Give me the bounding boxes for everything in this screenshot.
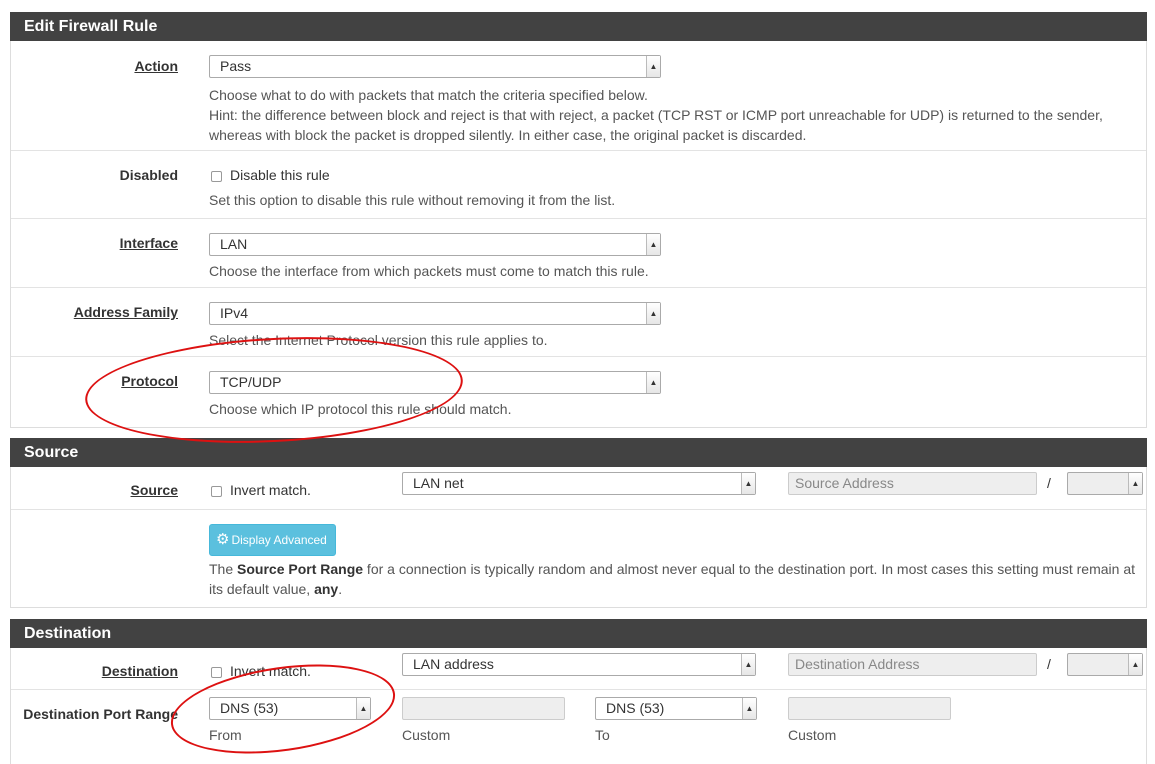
disabled-row: Disabled Disable this rule Set this opti… [11,150,1146,218]
dropdown-arrow-icon: ▲ [742,698,756,719]
interface-select-value: LAN [220,236,248,252]
action-help-line1: Choose what to do with packets that matc… [209,87,648,103]
destination-invert-label[interactable]: Invert match. [230,663,311,679]
disabled-label: Disabled [119,167,178,183]
source-address-input[interactable]: Source Address [788,472,1037,495]
source-address-placeholder: Source Address [795,475,894,491]
source-panel: Source Source Invert match. LAN net ▲ So… [10,438,1147,608]
source-help-bold: Source Port Range [237,561,364,577]
from-port-value: DNS (53) [220,700,279,716]
disable-rule-checkbox-label[interactable]: Disable this rule [230,167,330,183]
disable-rule-checkbox[interactable] [211,171,222,182]
to-custom-input[interactable] [788,697,951,720]
address-family-label[interactable]: Address Family [74,304,178,320]
address-family-help: Select the Internet Protocol version thi… [209,332,548,348]
source-help: The Source Port Range for a connection i… [209,559,1135,599]
source-label[interactable]: Source [131,482,178,498]
dropdown-arrow-icon: ▲ [646,372,660,393]
edit-firewall-rule-panel: Edit Firewall Rule Action Pass ▲ Choose … [10,12,1147,428]
from-label: From [209,727,242,743]
source-help-line2-pre: its default value, [209,581,315,597]
action-help: Choose what to do with packets that matc… [209,85,1103,145]
dropdown-arrow-icon: ▲ [646,234,660,255]
dropdown-arrow-icon: ▲ [741,473,755,494]
source-help-mid: for a connection is typically random and… [363,561,1135,577]
dropdown-arrow-icon: ▲ [1128,473,1142,494]
display-advanced-label: Display Advanced [231,533,327,547]
source-help-pre: The [209,561,238,577]
protocol-row: Protocol TCP/UDP ▲ Choose which IP proto… [11,356,1146,428]
destination-address-placeholder: Destination Address [795,656,920,672]
source-advanced-row: ⚙ Display Advanced The Source Port Range … [11,509,1146,608]
destination-invert-checkbox[interactable] [211,667,222,678]
destination-type-value: LAN address [413,656,494,672]
to-port-select[interactable]: DNS (53) ▲ [595,697,757,720]
address-family-select-value: IPv4 [220,305,249,321]
from-custom-input[interactable] [402,697,565,720]
protocol-select[interactable]: TCP/UDP ▲ [209,371,661,394]
action-row: Action Pass ▲ Choose what to do with pac… [11,41,1146,150]
address-family-row: Address Family IPv4 ▲ Select the Interne… [11,287,1146,356]
dropdown-arrow-icon: ▲ [356,698,370,719]
source-row: Source Invert match. LAN net ▲ Source Ad… [11,467,1146,509]
interface-row: Interface LAN ▲ Choose the interface fro… [11,218,1146,287]
source-mask-select[interactable]: ▲ [1067,472,1143,495]
destination-port-range-label: Destination Port Range [23,706,178,722]
destination-port-row: Destination Port Range DNS (53) ▲ From C… [11,689,1146,764]
destination-mask-select[interactable]: ▲ [1067,653,1143,676]
destination-label[interactable]: Destination [102,663,178,679]
destination-address-input[interactable]: Destination Address [788,653,1037,676]
destination-type-select[interactable]: LAN address ▲ [402,653,756,676]
to-label: To [595,727,610,743]
from-port-select[interactable]: DNS (53) ▲ [209,697,371,720]
action-select-value: Pass [220,58,252,74]
protocol-select-value: TCP/UDP [220,374,282,390]
address-family-select[interactable]: IPv4 ▲ [209,302,661,325]
dropdown-arrow-icon: ▲ [741,654,755,675]
dropdown-arrow-icon: ▲ [646,56,660,77]
source-invert-checkbox[interactable] [211,486,222,497]
display-advanced-button[interactable]: ⚙ Display Advanced [209,524,336,556]
destination-panel-title: Destination [10,619,1147,648]
to-custom-label: Custom [788,727,837,743]
action-help-line3: whereas with block the packet is dropped… [209,127,807,143]
to-port-value: DNS (53) [606,700,665,716]
panel-title: Edit Firewall Rule [10,12,1147,41]
source-type-select[interactable]: LAN net ▲ [402,472,756,495]
action-help-line2: Hint: the difference between block and r… [209,107,1103,123]
source-invert-label[interactable]: Invert match. [230,482,311,498]
source-help-line2-bold: any [314,581,339,597]
destination-row: Destination Invert match. LAN address ▲ … [11,648,1146,689]
source-panel-title: Source [10,438,1147,467]
destination-panel: Destination Destination Invert match. LA… [10,619,1147,764]
interface-select[interactable]: LAN ▲ [209,233,661,256]
source-type-value: LAN net [413,475,464,491]
from-custom-label: Custom [402,727,451,743]
interface-help: Choose the interface from which packets … [209,263,649,279]
interface-label[interactable]: Interface [120,235,178,251]
action-label[interactable]: Action [134,58,178,74]
protocol-help: Choose which IP protocol this rule shoul… [209,401,512,417]
protocol-label[interactable]: Protocol [121,373,178,389]
dropdown-arrow-icon: ▲ [1128,654,1142,675]
source-slash: / [1047,475,1051,491]
source-help-line2-post: . [338,581,343,597]
action-select[interactable]: Pass ▲ [209,55,661,78]
destination-slash: / [1047,656,1051,672]
gear-icon: ⚙ [216,531,230,548]
disabled-help: Set this option to disable this rule wit… [209,192,616,208]
dropdown-arrow-icon: ▲ [646,303,660,324]
